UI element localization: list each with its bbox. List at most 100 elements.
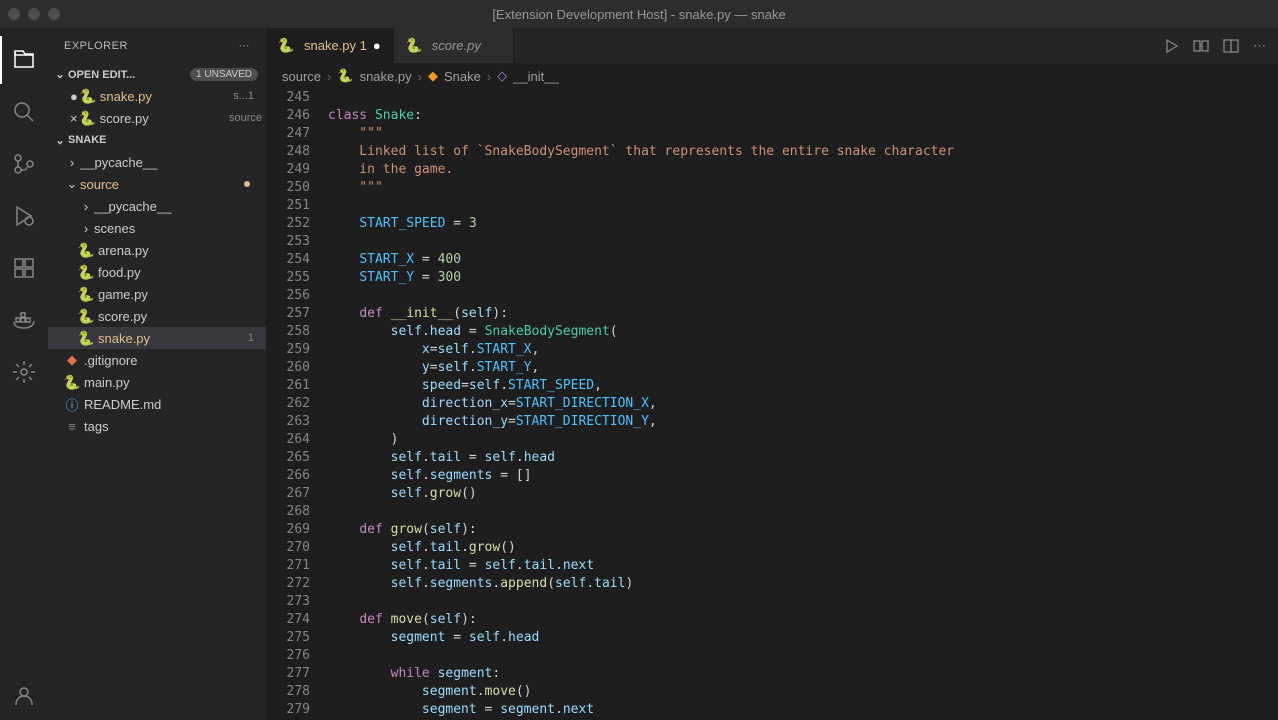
explorer-icon[interactable]: [0, 36, 48, 84]
maximize-window-icon[interactable]: [48, 8, 60, 20]
file-item[interactable]: 🐍 game.py: [48, 283, 266, 305]
open-editor-item[interactable]: × 🐍 score.py source: [48, 107, 266, 129]
modified-count-badge: 1: [248, 90, 262, 102]
breadcrumb-item[interactable]: __init__: [513, 69, 559, 84]
python-file-icon: 🐍: [78, 264, 94, 280]
file-item[interactable]: ◆ .gitignore: [48, 349, 266, 371]
tree-item-label: snake.py: [98, 331, 248, 346]
chevron-right-icon: ›: [64, 155, 80, 170]
class-icon: ◆: [428, 68, 438, 84]
tree-item-label: source: [80, 177, 244, 192]
run-debug-icon[interactable]: [0, 192, 48, 240]
tree-item-label: food.py: [98, 265, 262, 280]
folder-item[interactable]: ⌄ source: [48, 173, 266, 195]
python-file-icon: 🐍: [78, 308, 94, 324]
settings-icon[interactable]: [0, 348, 48, 396]
tab-label: snake.py 1: [304, 38, 367, 53]
folder-item[interactable]: › scenes: [48, 217, 266, 239]
py-icon: 🐍: [337, 68, 353, 84]
python-file-icon: 🐍: [78, 330, 94, 346]
python-file-icon: 🐍: [80, 88, 96, 104]
method-icon: ◇: [497, 68, 507, 84]
open-editors-label: OPEN EDIT...: [68, 69, 135, 81]
tab-label: score.py: [432, 38, 481, 53]
python-file-icon: 🐍: [80, 110, 96, 126]
chevron-down-icon: ⌄: [64, 176, 80, 192]
tree-item-label: tags: [84, 419, 262, 434]
run-icon[interactable]: [1163, 38, 1179, 54]
source-control-icon[interactable]: [0, 140, 48, 188]
sidebar-more-icon[interactable]: ⋯: [239, 39, 251, 52]
file-item[interactable]: 🐍 score.py: [48, 305, 266, 327]
file-path-label: source: [229, 112, 262, 124]
file-item[interactable]: ⓘ README.md: [48, 393, 266, 415]
tree-item-label: __pycache__: [80, 155, 262, 170]
tree-item-label: score.py: [98, 309, 262, 324]
file-item[interactable]: 🐍 main.py: [48, 371, 266, 393]
window-title: [Extension Development Host] - snake.py …: [492, 7, 785, 22]
more-actions-icon[interactable]: ⋯: [1253, 38, 1266, 54]
code-content[interactable]: class Snake: """ Linked list of `SnakeBo…: [328, 89, 1278, 720]
file-item[interactable]: 🐍 food.py: [48, 261, 266, 283]
project-header[interactable]: ⌄ SNAKE: [48, 129, 266, 151]
sidebar-title: EXPLORER ⋯: [48, 28, 266, 63]
traffic-lights: [8, 8, 60, 20]
search-icon[interactable]: [0, 88, 48, 136]
file-name-label: snake.py: [100, 89, 229, 104]
account-icon[interactable]: [0, 672, 48, 720]
sidebar-title-label: EXPLORER: [64, 40, 128, 52]
modified-dot-icon[interactable]: ●: [70, 89, 78, 104]
file-item[interactable]: ≡ tags: [48, 415, 266, 437]
close-icon[interactable]: ×: [70, 111, 78, 126]
chevron-right-icon: ›: [327, 69, 331, 84]
generic-file-icon: ≡: [64, 418, 80, 434]
chevron-down-icon: ⌄: [52, 134, 68, 147]
project-name-label: SNAKE: [68, 134, 107, 146]
chevron-right-icon: ›: [487, 69, 491, 84]
split-editor-icon[interactable]: [1223, 38, 1239, 54]
diff-icon[interactable]: [1193, 38, 1209, 54]
unsaved-badge: 1 UNSAVED: [190, 68, 258, 81]
breadcrumb-item[interactable]: snake.py: [360, 69, 412, 84]
breadcrumbs[interactable]: source › 🐍 snake.py › ◆ Snake › ◇ __init__: [266, 63, 1278, 89]
tree-item-label: game.py: [98, 287, 262, 302]
open-editor-item[interactable]: ● 🐍 snake.py s... 1: [48, 85, 266, 107]
docker-icon[interactable]: [0, 296, 48, 344]
file-item[interactable]: 🐍 snake.py 1: [48, 327, 266, 349]
tree-item-label: main.py: [84, 375, 262, 390]
chevron-right-icon: ›: [78, 199, 94, 214]
chevron-down-icon: ⌄: [52, 68, 68, 81]
python-file-icon: 🐍: [278, 38, 294, 54]
close-window-icon[interactable]: [8, 8, 20, 20]
code-editor[interactable]: 2452462472482492502512522532542552562572…: [266, 89, 1278, 720]
tree-item-label: __pycache__: [94, 199, 262, 214]
tree-item-label: arena.py: [98, 243, 262, 258]
chevron-right-icon: ›: [78, 221, 94, 236]
tree-item-label: scenes: [94, 221, 262, 236]
line-gutter: 2452462472482492502512522532542552562572…: [266, 89, 328, 720]
extensions-icon[interactable]: [0, 244, 48, 292]
python-file-icon: 🐍: [78, 286, 94, 302]
titlebar: [Extension Development Host] - snake.py …: [0, 0, 1278, 28]
breadcrumb-item[interactable]: source: [282, 69, 321, 84]
minimize-window-icon[interactable]: [28, 8, 40, 20]
chevron-right-icon: ›: [418, 69, 422, 84]
python-file-icon: 🐍: [64, 374, 80, 390]
editor-tab[interactable]: 🐍 snake.py 1 ●: [266, 28, 394, 63]
file-path-label: s...: [233, 90, 248, 102]
python-file-icon: 🐍: [78, 242, 94, 258]
editor-tab[interactable]: 🐍 score.py: [394, 28, 514, 63]
sidebar: EXPLORER ⋯ ⌄OPEN EDIT... 1 UNSAVED ● 🐍 s…: [48, 28, 266, 720]
editor-area: 🐍 snake.py 1 ●🐍 score.py ⋯ source›🐍snake…: [266, 28, 1278, 720]
python-file-icon: 🐍: [406, 38, 422, 54]
tree-item-label: .gitignore: [84, 353, 262, 368]
activity-bar: [0, 28, 48, 720]
folder-item[interactable]: › __pycache__: [48, 151, 266, 173]
folder-item[interactable]: › __pycache__: [48, 195, 266, 217]
modified-dot-icon: ●: [373, 38, 381, 53]
tree-item-label: README.md: [84, 397, 262, 412]
modified-count-badge: 1: [248, 332, 262, 344]
open-editors-header[interactable]: ⌄OPEN EDIT... 1 UNSAVED: [48, 63, 266, 85]
breadcrumb-item[interactable]: Snake: [444, 69, 481, 84]
file-item[interactable]: 🐍 arena.py: [48, 239, 266, 261]
